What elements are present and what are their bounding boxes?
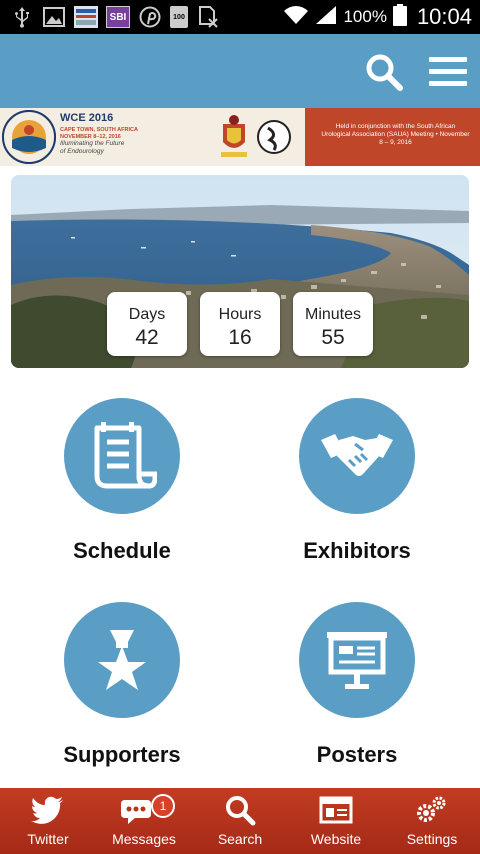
header-search-button[interactable] [364, 52, 404, 92]
app-header [0, 34, 480, 108]
nav-search[interactable]: Search [192, 788, 288, 854]
image-icon [42, 6, 66, 28]
nav-website[interactable]: Website [288, 788, 384, 854]
header-menu-button[interactable] [428, 54, 468, 90]
countdown-minutes-label: Minutes [304, 306, 362, 323]
banner-location-line1: CAPE TOWN, SOUTH AFRICA [60, 127, 138, 133]
nav-search-label: Search [217, 831, 263, 847]
search-icon [226, 796, 256, 826]
banner-tagline-line2: of Endourology [60, 147, 104, 155]
countdown-minutes: Minutes 55 [293, 292, 373, 356]
coat-of-arms-logo [219, 114, 249, 160]
wce-logo [2, 110, 56, 164]
banner-location: CAPE TOWN, SOUTH AFRICA NOVEMBER 8–12, 2… [60, 127, 138, 140]
pinterest-icon [138, 6, 162, 28]
app-screen: SBI 100 100% 10:04 WCE 2016 CAPE TOWN, S… [0, 0, 480, 854]
countdown-days-label: Days [128, 306, 166, 323]
battery-100-icon: 100 [170, 6, 188, 28]
menu-tile-schedule[interactable]: Schedule [22, 398, 222, 588]
countdown-hours-label: Hours [218, 306, 262, 323]
banner-title: WCE 2016 [60, 112, 114, 124]
menu-tile-posters[interactable]: Posters [257, 602, 457, 792]
banner-tagline: Illuminating the Future of Endourology [60, 140, 124, 155]
battery-percent: 100% [343, 7, 387, 26]
menu-tile-supporters-label: Supporters [63, 742, 181, 767]
usb-icon [10, 6, 34, 28]
search-icon [366, 54, 403, 91]
handshake-icon [299, 398, 415, 514]
menu-tile-posters-label: Posters [316, 742, 398, 767]
nav-settings-label: Settings [406, 831, 458, 847]
countdown-days-value: 42 [135, 326, 159, 349]
nav-messages-label: Messages [112, 831, 176, 847]
star-medal-icon [64, 602, 180, 718]
nav-twitter[interactable]: Twitter [0, 788, 96, 854]
hamburger-menu-icon [429, 57, 467, 86]
association-seal-logo [256, 114, 292, 160]
banner-note: Held in conjunction with the South Afric… [305, 108, 480, 166]
menu-tile-exhibitors[interactable]: Exhibitors [257, 398, 457, 588]
banner-tagline-line1: Illuminating the Future [60, 140, 125, 147]
menu-tile-supporters[interactable]: Supporters [22, 602, 222, 792]
status-bar: SBI 100 100% 10:04 [0, 0, 480, 34]
schedule-scroll-icon [64, 398, 180, 514]
battery-icon [392, 3, 407, 31]
messages-count-badge: 1 [151, 794, 175, 818]
clock: 10:04 [416, 4, 472, 29]
presentation-board-icon [299, 602, 415, 718]
bottom-nav: Twitter 1 Messages Search Website Settin… [0, 788, 480, 854]
countdown-hours-value: 16 [228, 326, 252, 349]
signal-icon [315, 5, 337, 30]
sbi-label: SBI [109, 11, 127, 23]
menu-tile-exhibitors-label: Exhibitors [303, 538, 411, 563]
browser-window-icon [319, 796, 353, 824]
sbi-icon: SBI [106, 6, 130, 28]
menu-tile-schedule-label: Schedule [73, 538, 171, 563]
nav-messages[interactable]: 1 Messages [96, 788, 192, 854]
gears-icon [417, 796, 446, 822]
app-thumbnail-icon [74, 6, 98, 28]
twitter-icon [31, 796, 63, 824]
countdown-minutes-value: 55 [321, 326, 345, 349]
chat-icon [121, 800, 151, 824]
wifi-icon [283, 5, 309, 30]
banner-branding: WCE 2016 CAPE TOWN, SOUTH AFRICA NOVEMBE… [0, 108, 305, 166]
countdown-days: Days 42 [107, 292, 187, 356]
nav-website-label: Website [310, 831, 362, 847]
countdown-hours: Hours 16 [200, 292, 280, 356]
conference-banner[interactable]: WCE 2016 CAPE TOWN, SOUTH AFRICA NOVEMBE… [0, 108, 480, 166]
sim-blocked-icon [196, 6, 220, 28]
nav-twitter-label: Twitter [27, 831, 69, 847]
countdown-card: Days 42 Hours 16 Minutes 55 [11, 175, 469, 368]
nav-settings[interactable]: Settings [384, 788, 480, 854]
battery-badge-label: 100 [173, 13, 185, 21]
